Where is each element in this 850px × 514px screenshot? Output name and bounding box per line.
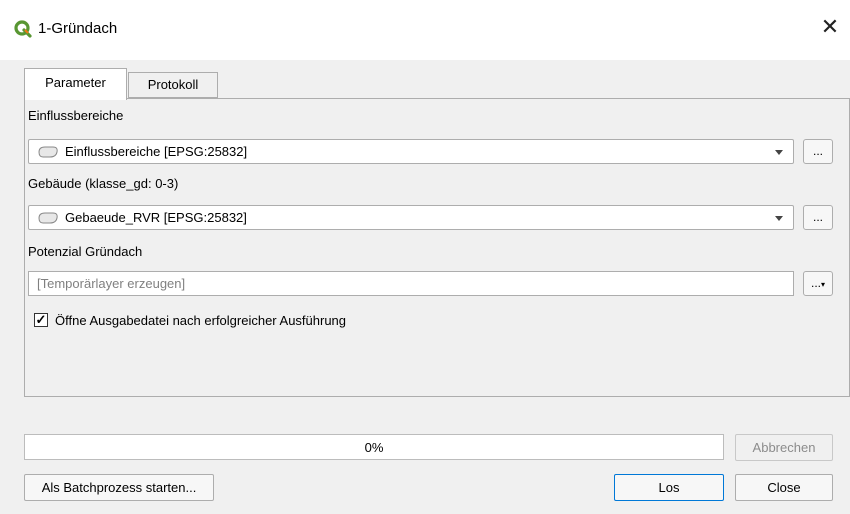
gebaeude-combobox[interactable]: Gebaeude_RVR [EPSG:25832] bbox=[28, 205, 794, 230]
run-button[interactable]: Los bbox=[614, 474, 724, 501]
gebaeude-value: Gebaeude_RVR [EPSG:25832] bbox=[65, 210, 247, 225]
polygon-layer-icon bbox=[38, 212, 58, 224]
open-output-label: Öffne Ausgabedatei nach erfolgreicher Au… bbox=[55, 313, 347, 328]
polygon-layer-icon bbox=[38, 146, 58, 158]
progress-bar: 0% bbox=[24, 434, 724, 460]
einflussbereiche-label: Einflussbereiche bbox=[28, 108, 124, 123]
batch-process-button[interactable]: Als Batchprozess starten... bbox=[24, 474, 214, 501]
open-output-checkbox[interactable]: ✓ bbox=[34, 313, 48, 327]
potenzial-gruendach-label: Potenzial Gründach bbox=[28, 244, 143, 259]
einflussbereiche-combobox[interactable]: Einflussbereiche [EPSG:25832] bbox=[28, 139, 794, 164]
tab-protokoll[interactable]: Protokoll bbox=[128, 72, 218, 98]
gebaeude-browse-button[interactable]: ... bbox=[803, 205, 833, 230]
title-bar: 1-Gründach ✕ bbox=[0, 0, 850, 60]
output-browse-label: ... bbox=[810, 276, 821, 290]
output-layer-input[interactable] bbox=[35, 275, 789, 292]
einflussbereiche-browse-button[interactable]: ... bbox=[803, 139, 833, 164]
chevron-down-icon bbox=[775, 216, 783, 221]
abbrechen-button[interactable]: Abbrechen bbox=[735, 434, 833, 461]
window-title: 1-Gründach bbox=[38, 20, 118, 37]
tab-parameter[interactable]: Parameter bbox=[24, 68, 127, 100]
qgis-icon bbox=[14, 20, 32, 38]
close-button[interactable]: Close bbox=[735, 474, 833, 501]
einflussbereiche-value: Einflussbereiche [EPSG:25832] bbox=[65, 144, 248, 159]
close-window-icon[interactable]: ✕ bbox=[818, 16, 842, 40]
gebaeude-label: Gebäude (klasse_gd: 0-3) bbox=[28, 176, 179, 191]
output-layer-field[interactable] bbox=[28, 271, 794, 296]
chevron-down-icon bbox=[775, 150, 783, 155]
progress-text: 0% bbox=[364, 440, 384, 455]
chevron-down-icon: ▾ bbox=[821, 280, 826, 289]
output-browse-button[interactable]: ...▾ bbox=[803, 271, 833, 296]
